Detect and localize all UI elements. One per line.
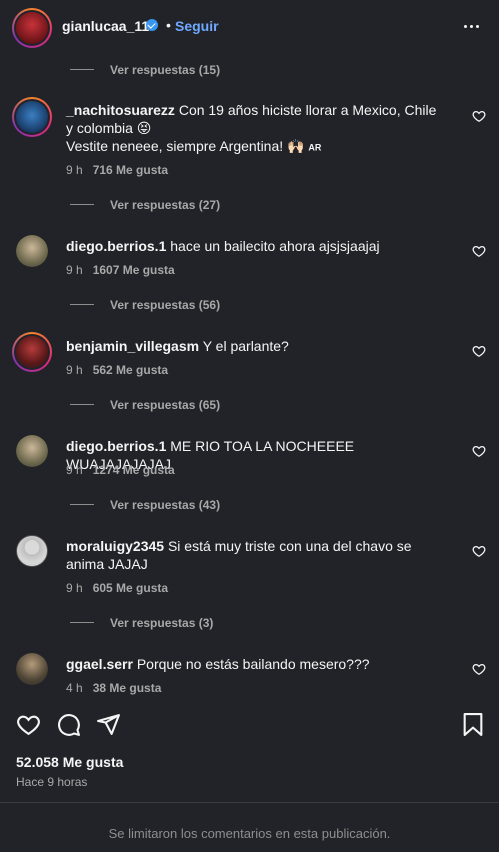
comment-text: _nachitosuarezz Con 19 años hiciste llor… xyxy=(66,102,437,154)
comment-likes[interactable]: 1607 Me gusta xyxy=(93,263,175,277)
comment-avatar[interactable] xyxy=(12,97,52,137)
comment-username[interactable]: diego.berrios.1 xyxy=(66,238,166,254)
comment-username[interactable]: diego.berrios.1 xyxy=(66,438,166,454)
comment-meta: 9 h 716 Me gusta xyxy=(66,163,169,177)
view-replies-button[interactable]: Ver respuestas (43) xyxy=(110,498,220,512)
comment-meta: 9 h 562 Me gusta xyxy=(66,363,169,377)
comment-avatar[interactable] xyxy=(16,535,48,567)
comment-text: ggael.serr Porque no estás bailando mese… xyxy=(66,656,370,672)
comment-avatar[interactable] xyxy=(12,332,52,372)
replies-line xyxy=(70,204,94,205)
comment-likes[interactable]: 716 Me gusta xyxy=(93,163,168,177)
flag-badge: AR xyxy=(308,142,322,153)
comment-username[interactable]: moraluigy2345 xyxy=(66,538,164,554)
comment-avatar[interactable] xyxy=(16,235,48,267)
author-username[interactable]: gianlucaa_11 xyxy=(62,18,149,34)
replies-line xyxy=(70,404,94,405)
comment-text: benjamin_villegasm Y el parlante? xyxy=(66,338,289,354)
comment-avatar[interactable] xyxy=(16,653,48,685)
comment-likes[interactable]: 38 Me gusta xyxy=(93,681,162,695)
verified-badge-icon xyxy=(146,19,158,31)
follow-button[interactable]: Seguir xyxy=(175,18,219,34)
comment-meta: 4 h 38 Me gusta xyxy=(66,681,162,695)
view-replies-button[interactable]: Ver respuestas (27) xyxy=(110,198,220,212)
like-comment-heart-icon[interactable] xyxy=(472,662,486,676)
like-comment-heart-icon[interactable] xyxy=(472,544,486,558)
comment-username[interactable]: benjamin_villegasm xyxy=(66,338,199,354)
comment-meta: 9 h 605 Me gusta xyxy=(66,581,169,595)
like-comment-heart-icon[interactable] xyxy=(472,444,486,458)
like-comment-heart-icon[interactable] xyxy=(472,344,486,358)
comment-meta: 9 h 1274 Me gusta xyxy=(66,463,175,477)
separator-dot: • xyxy=(166,17,171,33)
replies-line xyxy=(70,304,94,305)
post-header: gianlucaa_11 • Seguir xyxy=(0,0,499,52)
view-replies-button[interactable]: Ver respuestas (56) xyxy=(110,298,220,312)
save-bookmark-icon[interactable] xyxy=(462,712,484,737)
post-likes[interactable]: 52.058 Me gusta xyxy=(16,754,123,770)
view-replies-button[interactable]: Ver respuestas (3) xyxy=(110,616,213,630)
replies-line xyxy=(70,69,94,70)
author-avatar[interactable] xyxy=(12,8,52,48)
post-timestamp: Hace 9 horas xyxy=(16,775,88,789)
comment-text: moraluigy2345 Si está muy triste con una… xyxy=(66,538,412,572)
comment-likes[interactable]: 562 Me gusta xyxy=(93,363,168,377)
view-replies-button[interactable]: Ver respuestas (65) xyxy=(110,398,220,412)
comment-likes[interactable]: 1274 Me gusta xyxy=(93,463,175,477)
more-options-icon[interactable] xyxy=(460,14,484,38)
share-paper-plane-icon[interactable] xyxy=(96,712,121,737)
comment-text: diego.berrios.1 hace un bailecito ahora … xyxy=(66,238,380,254)
replies-line xyxy=(70,622,94,623)
comment-likes[interactable]: 605 Me gusta xyxy=(93,581,168,595)
comment-avatar[interactable] xyxy=(16,435,48,467)
view-replies-button[interactable]: Ver respuestas (15) xyxy=(110,63,220,77)
like-comment-heart-icon[interactable] xyxy=(472,244,486,258)
comments-limited-notice: Se limitaron los comentarios en esta pub… xyxy=(108,826,391,841)
comment-bubble-icon[interactable] xyxy=(56,712,81,737)
comment-meta: 9 h 1607 Me gusta xyxy=(66,263,175,277)
like-comment-heart-icon[interactable] xyxy=(472,109,486,123)
like-heart-icon[interactable] xyxy=(16,712,41,737)
replies-line xyxy=(70,504,94,505)
comment-username[interactable]: _nachitosuarezz xyxy=(66,102,175,118)
comment-username[interactable]: ggael.serr xyxy=(66,656,133,672)
divider xyxy=(0,802,499,803)
